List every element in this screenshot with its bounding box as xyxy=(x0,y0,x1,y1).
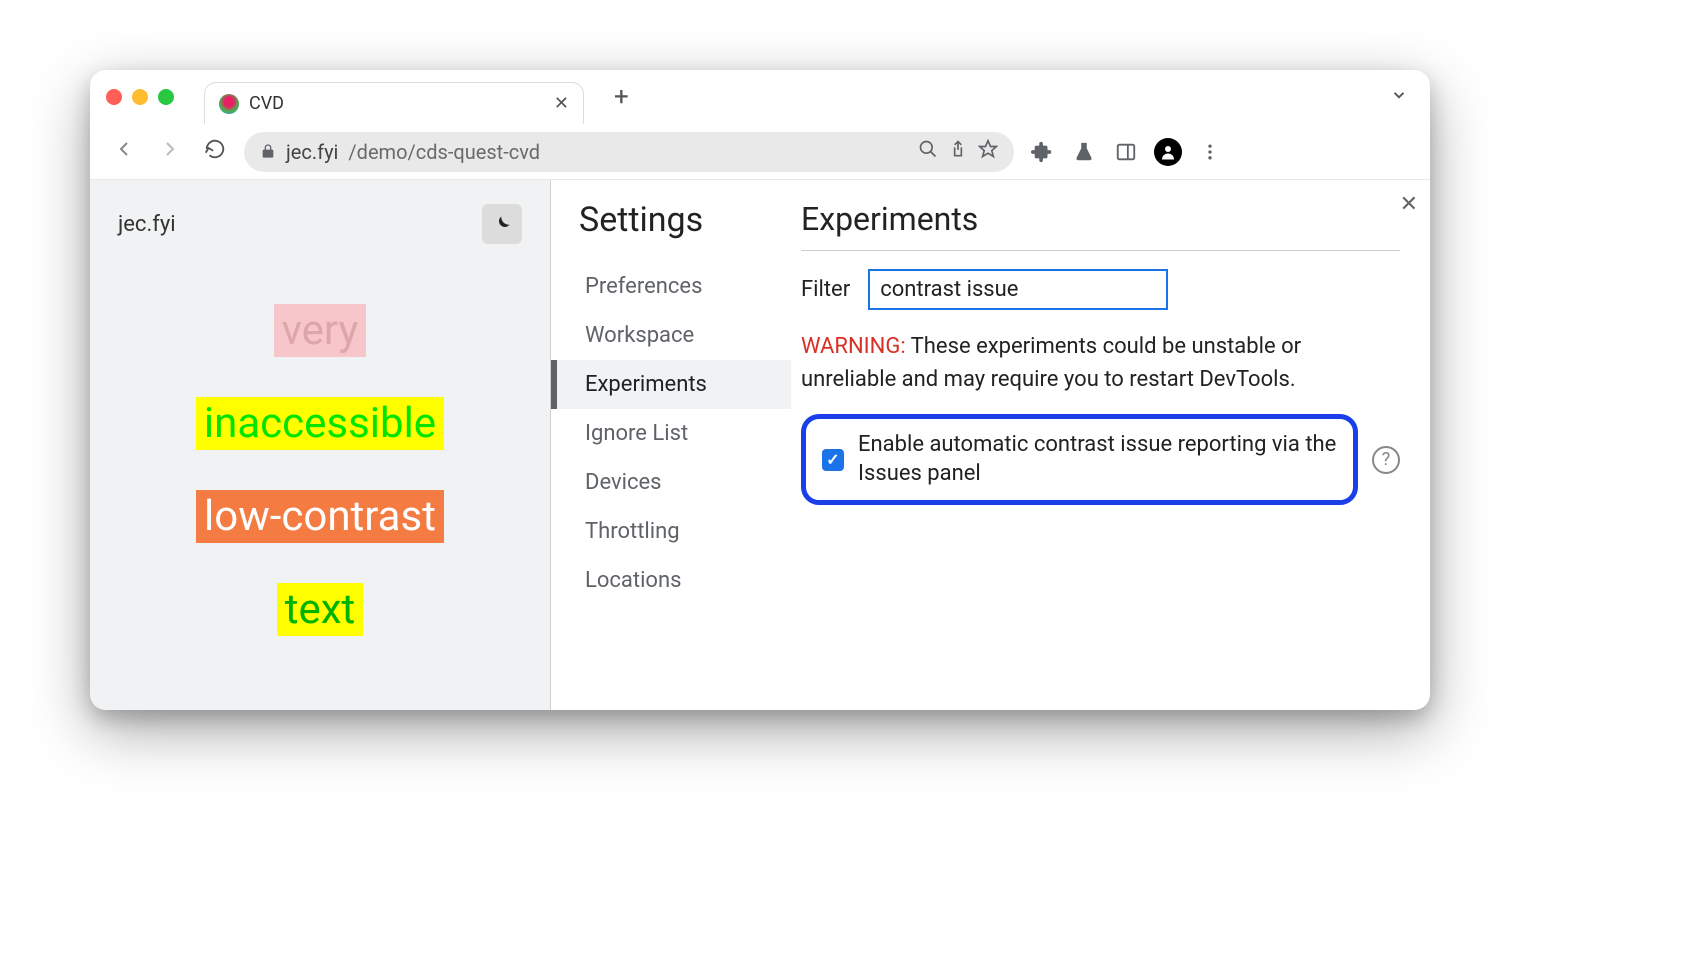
toolbar: jec.fyi/demo/cds-quest-cvd xyxy=(90,124,1430,180)
experiment-highlighted: Enable automatic contrast issue reportin… xyxy=(801,414,1358,505)
experiment-label: Enable automatic contrast issue reportin… xyxy=(858,431,1337,488)
share-icon[interactable] xyxy=(948,139,968,164)
side-panel-icon[interactable] xyxy=(1112,138,1140,166)
favicon xyxy=(219,94,239,114)
nav-devices[interactable]: Devices xyxy=(579,458,791,507)
bookmark-star-icon[interactable] xyxy=(978,139,998,164)
experiment-checkbox[interactable] xyxy=(822,449,844,471)
tab-title: CVD xyxy=(249,93,284,114)
profile-avatar[interactable] xyxy=(1154,138,1182,166)
settings-heading: Settings xyxy=(579,200,791,240)
nav-experiments[interactable]: Experiments xyxy=(551,360,791,409)
settings-nav: Settings Preferences Workspace Experimen… xyxy=(551,180,791,710)
nav-ignore-list[interactable]: Ignore List xyxy=(579,409,791,458)
warning-text: WARNING: These experiments could be unst… xyxy=(801,330,1400,396)
zoom-icon[interactable] xyxy=(918,139,938,164)
page-viewport: jec.fyi very inaccessible low-contrast t… xyxy=(90,180,550,710)
reload-button[interactable] xyxy=(200,134,230,170)
close-window-button[interactable] xyxy=(106,89,122,105)
devtools-panel: Settings Preferences Workspace Experimen… xyxy=(550,180,1430,710)
divider xyxy=(801,250,1400,251)
filter-label: Filter xyxy=(801,277,850,302)
warning-prefix: WARNING: xyxy=(801,334,906,359)
maximize-window-button[interactable] xyxy=(158,89,174,105)
omnibox[interactable]: jec.fyi/demo/cds-quest-cvd xyxy=(244,132,1014,172)
dark-mode-toggle[interactable] xyxy=(482,204,522,244)
browser-tab[interactable]: CVD ✕ xyxy=(204,82,584,124)
url-host: jec.fyi xyxy=(286,140,338,164)
extensions-icon[interactable] xyxy=(1028,138,1056,166)
settings-main: ✕ Experiments Filter WARNING: These expe… xyxy=(791,180,1430,710)
demo-word-very: very xyxy=(274,304,367,357)
tab-list-button[interactable] xyxy=(1384,79,1414,115)
traffic-lights xyxy=(106,89,174,105)
menu-kebab-icon[interactable] xyxy=(1196,138,1224,166)
tab-strip: CVD ✕ + xyxy=(90,70,1430,124)
demo-word-low-contrast: low-contrast xyxy=(196,490,444,543)
lock-icon xyxy=(260,140,276,164)
new-tab-button[interactable]: + xyxy=(606,78,637,116)
site-title: jec.fyi xyxy=(118,212,176,237)
url-path: /demo/cds-quest-cvd xyxy=(348,140,540,164)
nav-throttling[interactable]: Throttling xyxy=(579,507,791,556)
demo-word-text: text xyxy=(277,583,364,636)
forward-button[interactable] xyxy=(154,133,186,171)
browser-window: CVD ✕ + jec.fyi/demo/cds-quest-cvd xyxy=(90,70,1430,710)
nav-workspace[interactable]: Workspace xyxy=(579,311,791,360)
nav-preferences[interactable]: Preferences xyxy=(579,262,791,311)
nav-locations[interactable]: Locations xyxy=(579,556,791,605)
help-icon[interactable]: ? xyxy=(1372,446,1400,474)
close-settings-button[interactable]: ✕ xyxy=(1396,188,1422,221)
moon-icon xyxy=(492,214,512,234)
panel-heading: Experiments xyxy=(801,200,1400,238)
close-tab-button[interactable]: ✕ xyxy=(554,93,569,114)
content-area: jec.fyi very inaccessible low-contrast t… xyxy=(90,180,1430,710)
minimize-window-button[interactable] xyxy=(132,89,148,105)
back-button[interactable] xyxy=(108,133,140,171)
labs-flask-icon[interactable] xyxy=(1070,138,1098,166)
demo-word-inaccessible: inaccessible xyxy=(196,397,444,450)
filter-input[interactable] xyxy=(868,269,1168,310)
